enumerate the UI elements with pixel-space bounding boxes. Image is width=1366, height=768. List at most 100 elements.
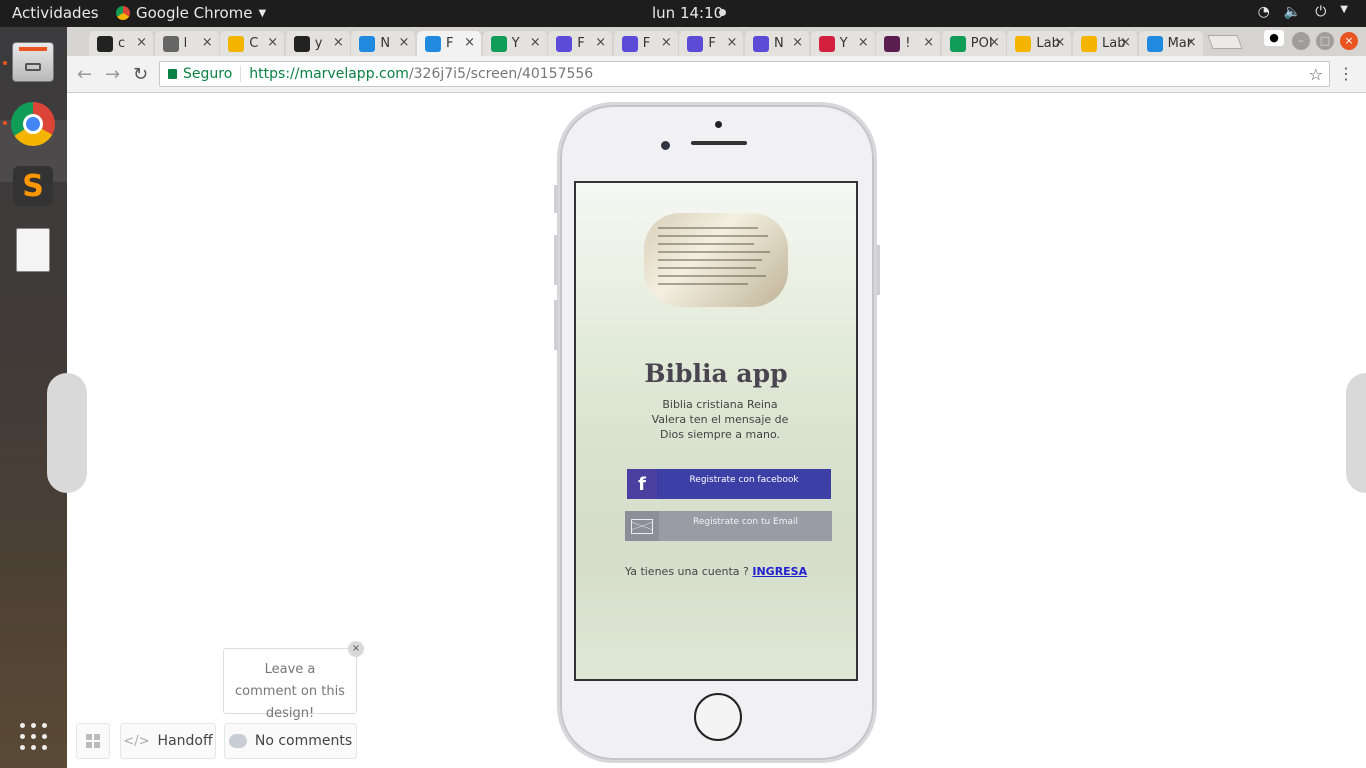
system-tray[interactable]: ◔ 🔈 ⏻ ▼	[1258, 4, 1348, 20]
tab-close-icon[interactable]: ×	[1186, 35, 1197, 50]
show-applications-icon[interactable]	[4, 707, 62, 765]
window-controls: – □ ×	[1292, 32, 1358, 50]
facebook-signup-button[interactable]: f Registrate con facebook	[627, 469, 831, 499]
url-path: /326j7i5/screen/40157556	[408, 66, 594, 82]
close-icon[interactable]: ×	[1340, 32, 1358, 50]
tab-7[interactable]: Y ×	[482, 31, 547, 56]
phone-sensor	[715, 121, 722, 128]
url-host: https://marvelapp.com	[249, 66, 409, 82]
tab-16[interactable]: Lab ×	[1073, 31, 1137, 56]
tab-close-icon[interactable]: ×	[792, 35, 803, 50]
tab-close-icon[interactable]: ×	[202, 35, 213, 50]
tab-label: y	[314, 36, 323, 51]
page-icon	[162, 35, 179, 52]
reload-icon[interactable]: ↻	[133, 64, 148, 85]
tab-close-icon[interactable]: ×	[136, 35, 147, 50]
lock-icon	[168, 69, 177, 79]
tab-4[interactable]: y ×	[285, 31, 350, 56]
comment-bubble-icon	[228, 734, 247, 748]
profile-icon[interactable]: ●	[1264, 30, 1284, 46]
page-content: Biblia app Biblia cristiana Reina Valera…	[47, 93, 1366, 768]
phone-side-button	[554, 300, 558, 350]
tab-10[interactable]: F ×	[679, 31, 744, 56]
login-prompt-text: Ya tienes una cuenta ?	[625, 565, 753, 578]
tab-close-icon[interactable]: ×	[398, 35, 409, 50]
login-prompt: Ya tienes una cuenta ? INGRESA	[625, 565, 807, 578]
tab-label: l	[183, 36, 188, 51]
chevron-down-icon: ▼	[258, 7, 267, 19]
tab-close-icon[interactable]: ×	[1054, 35, 1065, 50]
address-bar[interactable]: Seguro https://marvelapp.com /326j7i5/sc…	[159, 61, 1330, 87]
tab-close-icon[interactable]: ×	[1120, 35, 1131, 50]
form-icon	[687, 35, 704, 52]
bookmark-star-icon[interactable]: ☆	[1309, 65, 1323, 84]
form-icon	[753, 35, 769, 52]
tab-close-icon[interactable]: ×	[923, 35, 934, 50]
grid-icon	[86, 734, 100, 748]
phone-speaker	[691, 141, 747, 145]
back-icon[interactable]: ←	[77, 64, 92, 85]
chevron-down-icon[interactable]: ▼	[1340, 4, 1348, 20]
login-link[interactable]: INGRESA	[752, 565, 807, 578]
tab-close-icon[interactable]: ×	[595, 35, 606, 50]
email-signup-button[interactable]: Registrate con tu Email	[625, 511, 832, 541]
files-icon[interactable]	[4, 33, 62, 91]
marvel-icon	[1146, 35, 1163, 52]
app-menu[interactable]: Google Chrome ▼	[116, 4, 266, 22]
chrome-menu-icon[interactable]: ⋮	[1338, 64, 1354, 83]
tab-9[interactable]: F ×	[613, 31, 678, 56]
chrome-dock-icon[interactable]	[4, 95, 62, 153]
pocket-icon	[818, 35, 835, 52]
tab-3[interactable]: C ×	[220, 31, 285, 56]
code-icon: </>	[123, 733, 150, 749]
next-screen-button[interactable]	[1346, 373, 1366, 493]
new-tab-button[interactable]	[1207, 35, 1243, 49]
close-tooltip-icon[interactable]: ×	[348, 641, 364, 657]
screens-grid-button[interactable]	[76, 723, 110, 759]
tab-5[interactable]: N ×	[351, 31, 416, 56]
tab-6[interactable]: F ×	[417, 31, 481, 56]
tab-8[interactable]: F ×	[548, 31, 613, 56]
tab-close-icon[interactable]: ×	[333, 35, 344, 50]
tab-close-icon[interactable]: ×	[267, 35, 278, 50]
tab-close-icon[interactable]: ×	[661, 35, 672, 50]
code-icon	[1081, 35, 1097, 52]
github-icon	[97, 35, 113, 52]
slack-icon	[884, 35, 901, 52]
tab-close-icon[interactable]: ×	[530, 35, 541, 50]
notification-dot-icon	[719, 9, 726, 16]
sublime-text-icon[interactable]: S	[4, 157, 62, 215]
prev-screen-button[interactable]	[47, 373, 87, 493]
tab-2[interactable]: l ×	[154, 31, 219, 56]
tab-11[interactable]: N ×	[745, 31, 809, 56]
document-icon[interactable]	[4, 221, 62, 279]
tab-close-icon[interactable]: ×	[464, 35, 475, 50]
wifi-icon[interactable]: ◔	[1258, 4, 1270, 20]
activities-button[interactable]: Actividades	[12, 4, 99, 22]
minimize-icon[interactable]: –	[1292, 32, 1310, 50]
handoff-button[interactable]: </> Handoff	[120, 723, 216, 759]
maximize-icon[interactable]: □	[1316, 32, 1334, 50]
tab-17[interactable]: Mar ×	[1138, 31, 1203, 56]
tab-label: F	[708, 36, 716, 51]
tab-close-icon[interactable]: ×	[989, 35, 1000, 50]
tab-1[interactable]: c ×	[89, 31, 153, 56]
volume-icon[interactable]: 🔈	[1284, 4, 1301, 20]
tab-close-icon[interactable]: ×	[726, 35, 737, 50]
app-screen[interactable]: Biblia app Biblia cristiana Reina Valera…	[574, 181, 858, 681]
envelope-icon	[625, 511, 659, 541]
comments-button[interactable]: No comments	[224, 723, 357, 759]
code-icon	[1015, 35, 1032, 52]
tab-label: N	[774, 36, 784, 51]
security-indicator[interactable]: Seguro	[168, 66, 242, 82]
power-icon[interactable]: ⏻	[1315, 4, 1326, 20]
tab-14[interactable]: POI ×	[941, 31, 1006, 56]
forward-icon[interactable]: →	[105, 64, 120, 85]
app-title: Biblia app	[644, 359, 788, 388]
tab-close-icon[interactable]: ×	[858, 35, 869, 50]
phone-side-button	[554, 235, 558, 285]
clock[interactable]: lun 14:10	[652, 4, 723, 22]
tab-13[interactable]: ! ×	[876, 31, 941, 56]
tab-12[interactable]: Y ×	[810, 31, 875, 56]
tab-15[interactable]: Lab ×	[1007, 31, 1072, 56]
